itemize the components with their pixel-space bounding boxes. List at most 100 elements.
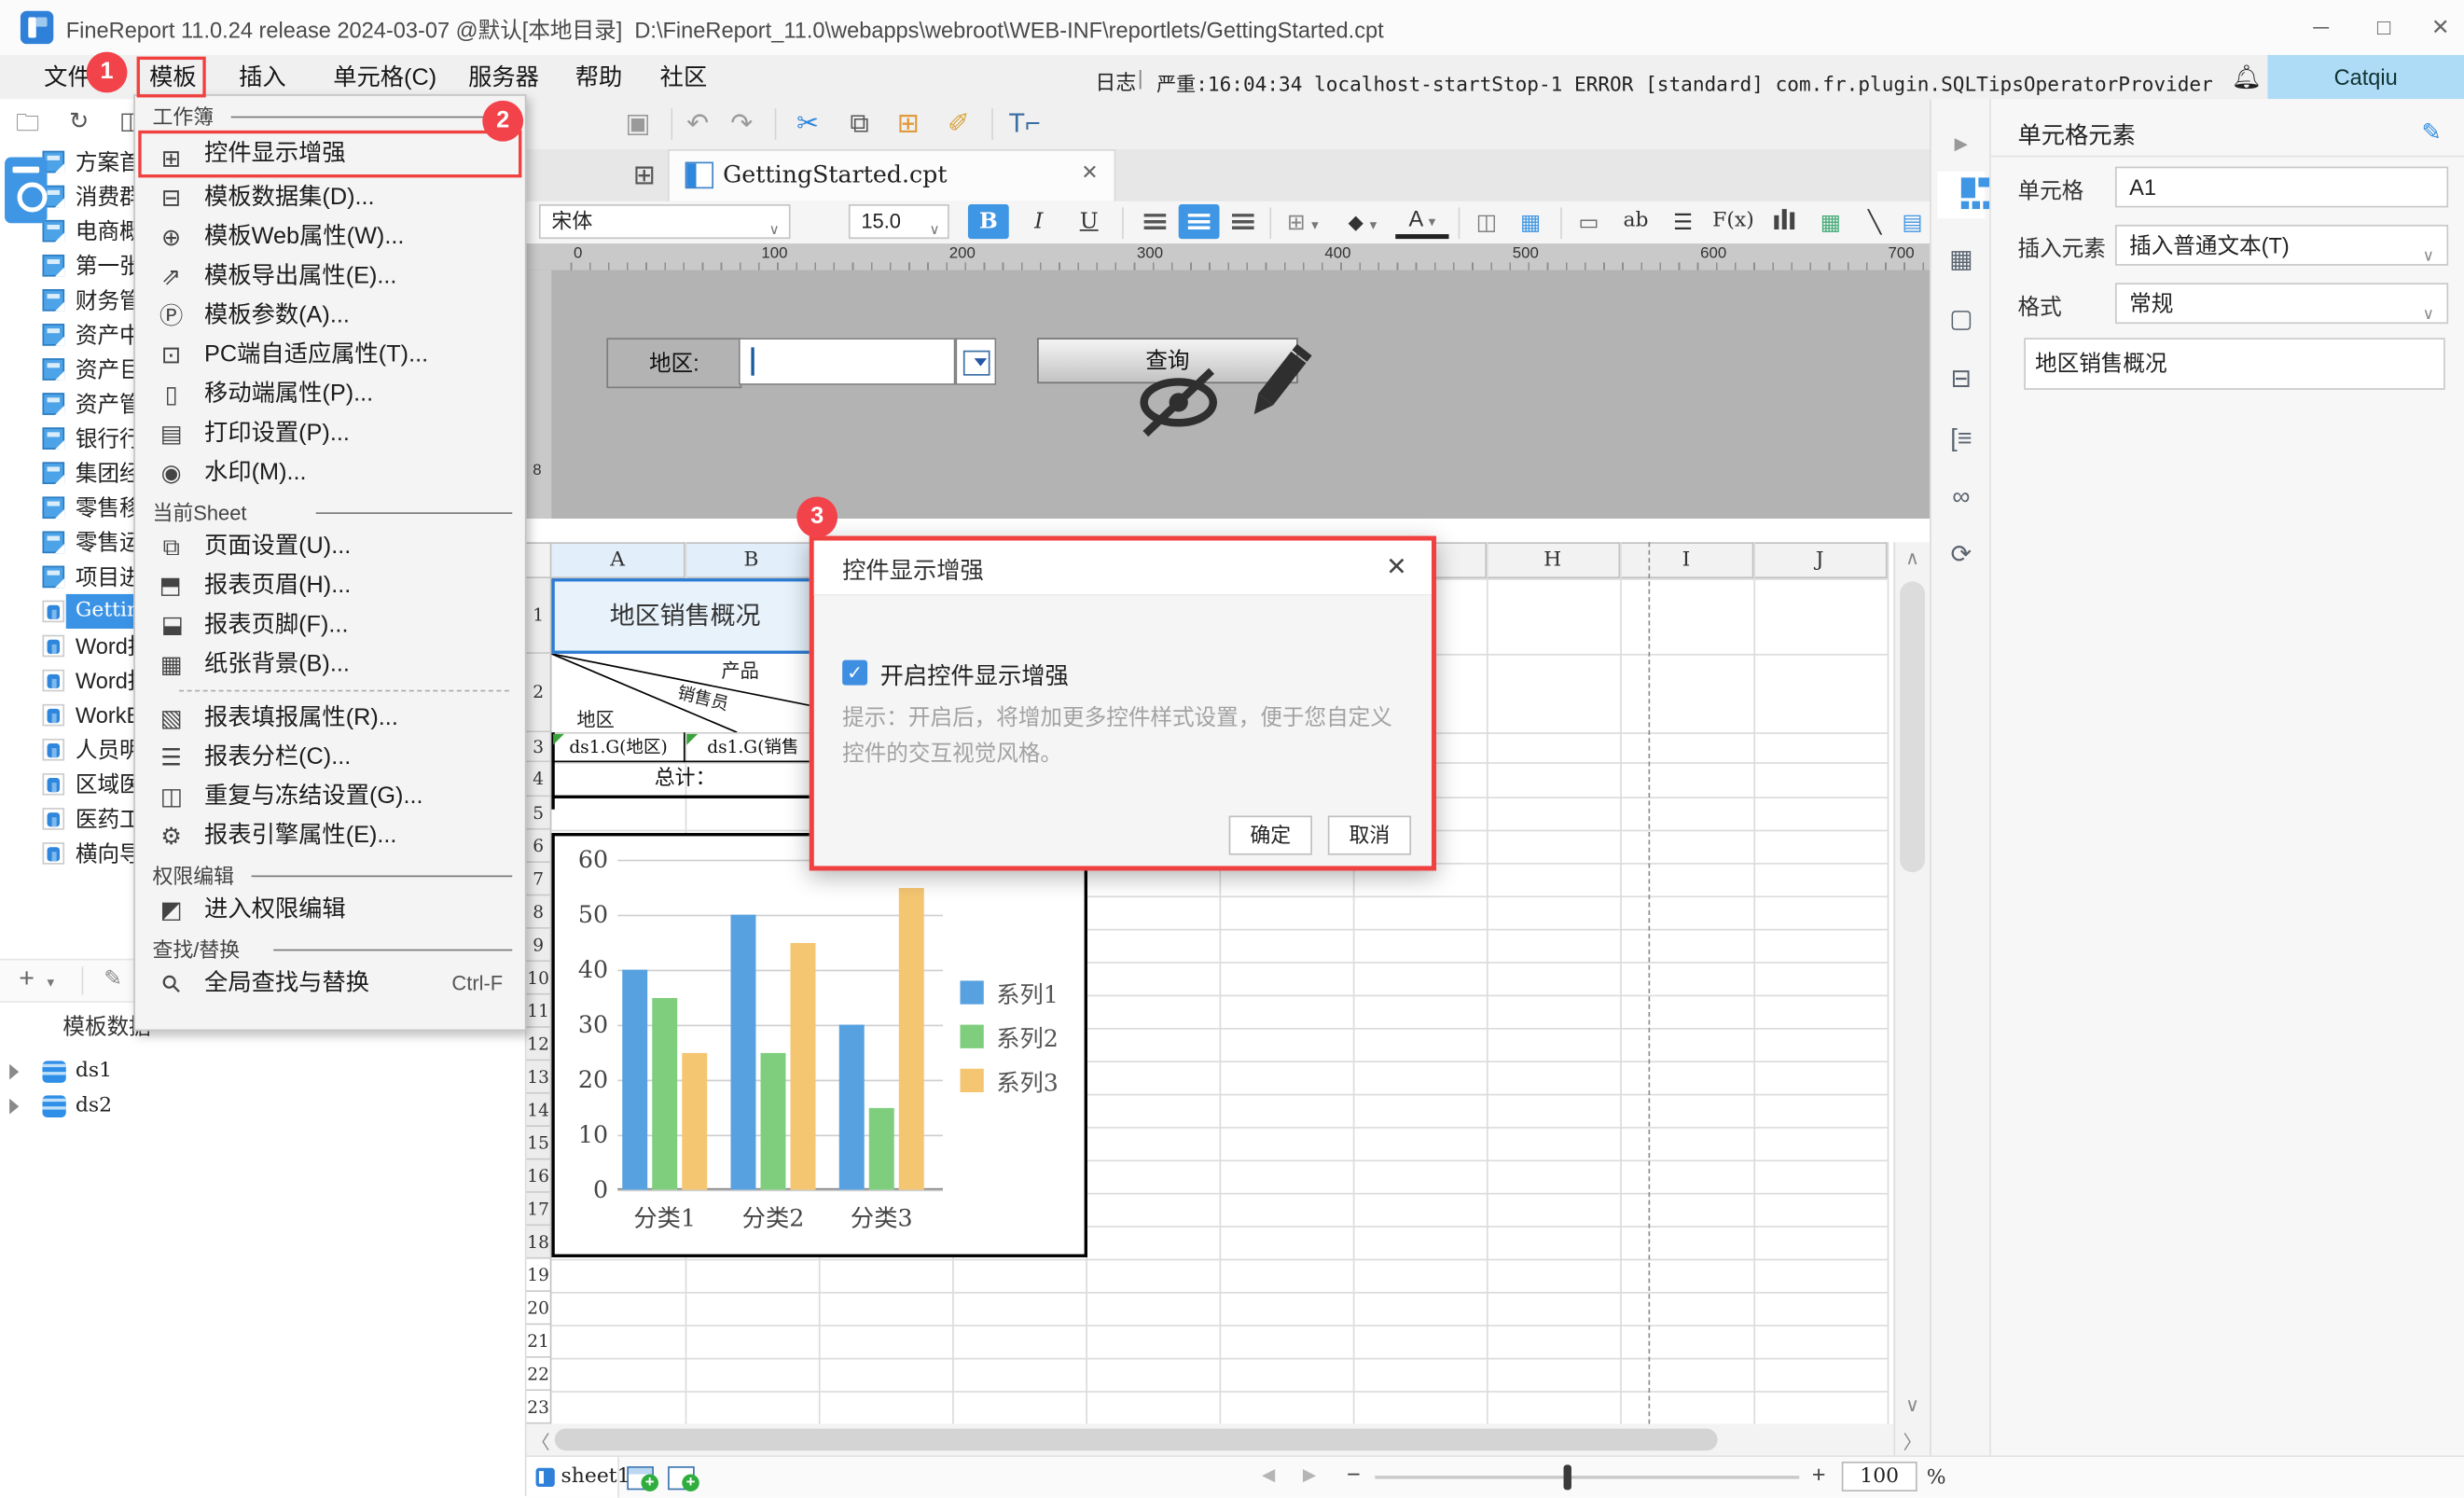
scroll-left-icon[interactable]: 〈 (530, 1429, 552, 1456)
present-panel-icon[interactable]: ⟳ (1944, 539, 1978, 574)
row-header-13[interactable]: 13 (526, 1061, 551, 1093)
row-header-14[interactable]: 14 (526, 1094, 551, 1127)
cell-ref-input[interactable]: A1 (2115, 167, 2448, 208)
row-header-12[interactable]: 12 (526, 1028, 551, 1061)
column-header-A[interactable]: A (551, 542, 685, 578)
insert-text-icon[interactable]: ☰ (1663, 204, 1704, 239)
row-header-1[interactable]: 1 (526, 578, 551, 654)
row-header-8[interactable]: 8 (526, 895, 551, 928)
cell-total[interactable]: 总计： (551, 762, 818, 797)
menu-item-报表分栏(C)...[interactable]: ☰报表分栏(C)... (135, 737, 525, 776)
column-header-H[interactable]: H (1487, 542, 1620, 578)
menu-item-控件显示增强[interactable]: ⊞控件显示增强 (135, 131, 525, 178)
cell-content-input[interactable]: 地区销售概况 (2024, 338, 2445, 390)
bold-button[interactable]: B (968, 204, 1009, 239)
column-header-J[interactable]: J (1753, 542, 1887, 578)
row-header-4[interactable]: 4 (526, 762, 551, 797)
row-header-7[interactable]: 7 (526, 863, 551, 895)
row-header-6[interactable]: 6 (526, 830, 551, 863)
insert-richtext-icon[interactable]: ab (1615, 204, 1656, 239)
row-header-23[interactable]: 23 (526, 1391, 551, 1423)
style-panel-icon[interactable]: ▢ (1944, 303, 1978, 338)
menu-server[interactable]: 服务器 (462, 62, 545, 94)
menu-insert[interactable]: 插入 (232, 62, 292, 94)
bar-chart[interactable]: 0102030405060 分类1分类2分类3 系列1系列2系列3 (551, 833, 1087, 1257)
cut-icon[interactable]: ✂ (787, 105, 828, 143)
dataset-item-ds1[interactable]: ds1 (0, 1055, 526, 1089)
split-cell-icon[interactable]: ▦ (1510, 204, 1551, 239)
align-left-icon[interactable] (1135, 204, 1176, 239)
scroll-down-icon[interactable]: ∨ (1895, 1394, 1930, 1417)
row-header-2[interactable]: 2 (526, 654, 551, 732)
copy-icon[interactable]: ⧉ (839, 105, 880, 143)
row-header-15[interactable]: 15 (526, 1127, 551, 1159)
font-color-icon[interactable]: A ▾ (1395, 204, 1448, 239)
expander-icon[interactable] (9, 1064, 27, 1080)
format-painter-icon[interactable]: ✐ (938, 105, 979, 143)
refresh-icon[interactable]: ↻ (69, 107, 89, 135)
close-icon[interactable]: ✕ (2416, 9, 2464, 44)
menu-help[interactable]: 帮助 (569, 62, 629, 94)
menu-item-进入权限编辑[interactable]: ◩进入权限编辑 (135, 890, 525, 929)
row-header-19[interactable]: 19 (526, 1259, 551, 1292)
italic-button[interactable]: I (1018, 204, 1059, 239)
sheet-corner[interactable] (526, 542, 551, 578)
column-header-B[interactable]: B (685, 542, 819, 578)
menu-item-报表引擎属性(E)...[interactable]: ⚙报表引擎属性(E)... (135, 815, 525, 854)
menu-item-模板参数(A)...[interactable]: Ⓟ模板参数(A)... (135, 296, 525, 335)
insert-formula-icon[interactable]: F(x) (1707, 204, 1760, 239)
zoom-out-icon[interactable]: − (1347, 1462, 1361, 1489)
edit-pencil-icon[interactable]: ✎ (2422, 118, 2442, 146)
cell-ds-region[interactable]: ds1.G(地区) (551, 732, 685, 762)
menu-item-模板数据集(D)...[interactable]: ⊟模板数据集(D)... (135, 177, 525, 216)
zoom-slider-thumb[interactable] (1564, 1464, 1571, 1490)
maximize-icon[interactable]: □ (2360, 9, 2408, 44)
menu-item-重复与冻结设置(G)...[interactable]: ◫重复与冻结设置(G)... (135, 776, 525, 815)
row-header-5[interactable]: 5 (526, 797, 551, 829)
row-header-22[interactable]: 22 (526, 1358, 551, 1391)
row-header-17[interactable]: 17 (526, 1193, 551, 1226)
font-family-select[interactable]: 宋体∨ (539, 204, 791, 239)
diagonal-header-cell[interactable]: 产品 销售员 地区 (551, 654, 818, 732)
condition-attr-panel-icon[interactable]: [≡ (1944, 423, 1978, 457)
vertical-scrollbar[interactable]: ∧ ∨ 〉 (1893, 542, 1930, 1455)
widget-panel-icon[interactable]: ⊟ (1944, 363, 1978, 397)
row-header-18[interactable]: 18 (526, 1226, 551, 1258)
cell-a1-title[interactable]: 地区销售概况 (551, 578, 818, 654)
redo-icon[interactable]: ↷ (721, 105, 762, 143)
undo-icon[interactable]: ↶ (677, 105, 718, 143)
log-message[interactable]: 严重:16:04:34 localhost-startStop-1 ERROR … (1156, 67, 2213, 97)
border-select-icon[interactable]: ⊞ ▾ (1276, 204, 1329, 239)
scroll-up-icon[interactable]: ∧ (1895, 547, 1930, 569)
save-icon[interactable]: ▣ (617, 105, 658, 143)
open-folder-icon[interactable]: 🗀︎ (16, 107, 39, 146)
ok-button[interactable]: 确定 (1229, 815, 1312, 854)
menu-community[interactable]: 社区 (654, 62, 713, 94)
horizontal-scrollbar[interactable]: 〈 (526, 1424, 1893, 1456)
new-sheet-tab-icon[interactable]: ⊞ (624, 157, 665, 194)
tab-close-icon[interactable]: ✕ (1081, 160, 1098, 186)
prev-sheet-icon[interactable]: ◀ (1262, 1464, 1275, 1485)
scroll-right-icon[interactable]: 〉 (1895, 1429, 1930, 1456)
row-header-3[interactable]: 3 (526, 732, 551, 762)
row-header-11[interactable]: 11 (526, 995, 551, 1028)
insert-line-icon[interactable]: ╲ (1854, 204, 1895, 239)
menu-item-报表页脚(F)...[interactable]: ◧报表页脚(F)... (135, 605, 525, 645)
find-text-icon[interactable]: T⌐ (1004, 105, 1045, 143)
add-dataset-caret-icon[interactable]: ▾ (48, 975, 55, 992)
insert-widget-icon[interactable]: ▭ (1569, 204, 1610, 239)
paste-icon[interactable]: ⊞ (888, 105, 929, 143)
menu-cell[interactable]: 单元格(C) (326, 62, 442, 94)
document-tab[interactable]: GettingStarted.cpt ✕ (668, 149, 1115, 201)
column-header-I[interactable]: I (1620, 542, 1753, 578)
menu-item-全局查找与替换[interactable]: ⚲全局查找与替换Ctrl-F (135, 964, 525, 1003)
merge-cell-icon[interactable]: ◫ (1466, 204, 1507, 239)
row-header-16[interactable]: 16 (526, 1159, 551, 1192)
vertical-scroll-thumb[interactable] (1900, 581, 1925, 872)
sheet-tab[interactable]: sheet1 (526, 1457, 618, 1498)
cell-attribute-panel-icon[interactable]: ▦ (1944, 243, 1978, 278)
log-label[interactable]: 日志 (1095, 66, 1136, 96)
menu-item-纸张背景(B)...[interactable]: ▦纸张背景(B)... (135, 645, 525, 684)
collapse-panel-icon[interactable]: ▶ (1944, 127, 1978, 161)
menu-item-模板Web属性(W)...[interactable]: ⊕模板Web属性(W)... (135, 217, 525, 257)
